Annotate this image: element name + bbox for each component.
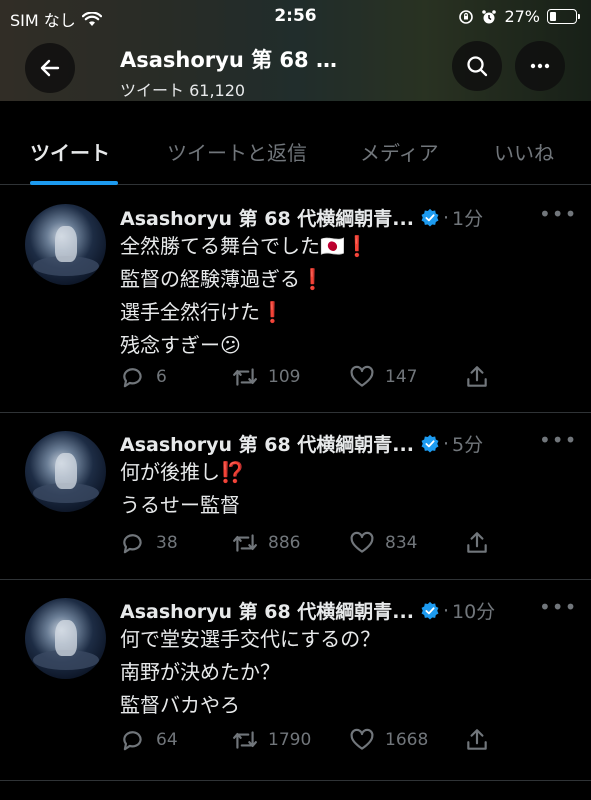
tweet-count: ツイート 61,120	[120, 81, 246, 100]
avatar[interactable]	[25, 598, 106, 679]
arrow-left-icon	[40, 59, 60, 77]
heart-icon	[350, 531, 374, 553]
reply-button[interactable]: 64	[120, 727, 178, 753]
tab-tweets-and-replies[interactable]: ツイートと返信	[167, 137, 307, 166]
more-options-button[interactable]	[515, 41, 565, 91]
tweet-time: 1分	[452, 208, 484, 230]
tweet-more-button[interactable]: •••	[539, 428, 577, 452]
retweet-button[interactable]: 109	[232, 364, 300, 390]
share-icon	[467, 729, 487, 750]
tweet-actions: 64 1790 1668	[120, 727, 500, 755]
tweet-item[interactable]: Asashoryu 第 68 代横綱朝青... · 5分 ••• 何が後推し⁉️…	[0, 414, 591, 580]
like-count: 147	[385, 367, 418, 387]
profile-title: Asashoryu 第 68 … ツイート 61,120	[120, 44, 337, 101]
reply-icon	[123, 534, 142, 554]
search-icon	[467, 56, 488, 77]
profile-tabs: ツイート ツイートと返信 メディア いいね	[0, 101, 591, 185]
tweet-item[interactable]: Asashoryu 第 68 代横綱朝青... · 1分 ••• 全然勝てる舞台…	[0, 186, 591, 413]
share-button[interactable]	[464, 364, 490, 390]
heart-icon	[350, 728, 374, 750]
verified-badge-icon	[421, 434, 439, 453]
retweet-count: 1790	[268, 730, 312, 750]
retweet-count: 886	[268, 533, 301, 553]
tab-tweets[interactable]: ツイート	[30, 137, 110, 166]
avatar[interactable]	[25, 204, 106, 285]
tweet-author[interactable]: Asashoryu 第 68 代横綱朝青...	[120, 597, 414, 624]
like-button[interactable]: 834	[349, 530, 417, 556]
avatar[interactable]	[25, 431, 106, 512]
tweet-line: 監督バカやろ	[120, 693, 240, 717]
share-button[interactable]	[464, 727, 490, 753]
share-button[interactable]	[464, 530, 490, 556]
reply-icon	[123, 368, 142, 388]
tweet-line: 選手全然行けた❗	[120, 300, 285, 324]
like-button[interactable]: 147	[349, 364, 417, 390]
tweet-line: 全然勝てる舞台でした🇯🇵❗	[120, 234, 370, 258]
heart-icon	[350, 365, 374, 387]
tweet-line: 何が後推し⁉️	[120, 460, 245, 484]
status-right: 27%	[458, 7, 580, 26]
back-button[interactable]	[25, 43, 75, 93]
tweet-header: Asashoryu 第 68 代横綱朝青... · 10分	[120, 597, 495, 624]
like-button[interactable]: 1668	[349, 727, 428, 753]
active-tab-indicator	[30, 181, 118, 185]
retweet-icon	[233, 731, 257, 749]
profile-name: Asashoryu 第 68 …	[120, 48, 337, 72]
tweet-actions: 38 886 834	[120, 530, 500, 558]
reply-button[interactable]: 6	[120, 364, 167, 390]
reply-icon	[123, 731, 142, 751]
search-button[interactable]	[452, 41, 502, 91]
like-count: 1668	[385, 730, 429, 750]
tweet-line: 監督の経験薄過ぎる❗	[120, 267, 325, 291]
reply-count: 64	[156, 730, 178, 750]
tweet-text: 何で堂安選手交代にするの？ 南野が決めたか？ 監督バカやろ	[120, 623, 380, 722]
tweet-item[interactable]: Asashoryu 第 68 代横綱朝青... · 10分 ••• 何で堂安選手…	[0, 581, 591, 781]
retweet-count: 109	[268, 367, 301, 387]
tweet-header: Asashoryu 第 68 代横綱朝青... · 5分	[120, 430, 483, 457]
reply-count: 38	[156, 533, 178, 553]
tab-likes[interactable]: いいね	[494, 137, 554, 166]
tweet-line: うるせー監督	[120, 493, 240, 517]
tweet-author[interactable]: Asashoryu 第 68 代横綱朝青...	[120, 204, 414, 231]
battery-percent: 27%	[504, 7, 540, 26]
verified-badge-icon	[421, 601, 439, 620]
share-icon	[467, 366, 487, 387]
like-count: 834	[385, 533, 418, 553]
tweet-line: 残念すぎー😕	[120, 333, 241, 357]
verified-badge-icon	[421, 208, 439, 227]
retweet-button[interactable]: 1790	[232, 727, 311, 753]
tweet-more-button[interactable]: •••	[539, 595, 577, 619]
retweet-button[interactable]: 886	[232, 530, 300, 556]
share-icon	[467, 532, 487, 553]
tweet-header: Asashoryu 第 68 代横綱朝青... · 1分	[120, 204, 483, 231]
alarm-icon	[482, 9, 497, 23]
tweet-author[interactable]: Asashoryu 第 68 代横綱朝青...	[120, 430, 414, 457]
battery-icon	[547, 9, 580, 24]
tweet-line: 南野が決めたか？	[120, 660, 280, 684]
reply-button[interactable]: 38	[120, 530, 178, 556]
tweet-time: 10分	[452, 601, 496, 623]
retweet-icon	[233, 534, 257, 552]
tweet-time: 5分	[452, 434, 484, 456]
status-bar: SIM なし 2:56 27%	[0, 4, 591, 30]
tab-media[interactable]: メディア	[360, 137, 439, 166]
tweet-text: 全然勝てる舞台でした🇯🇵❗ 監督の経験薄過ぎる❗ 選手全然行けた❗ 残念すぎー😕	[120, 230, 370, 362]
tweet-text: 何が後推し⁉️ うるせー監督	[120, 456, 245, 522]
tweet-more-button[interactable]: •••	[539, 202, 577, 226]
more-dots-icon	[530, 63, 550, 69]
tweet-actions: 6 109 147	[120, 364, 500, 392]
tweet-line: 何で堂安選手交代にするの？	[120, 627, 381, 651]
retweet-icon	[233, 368, 257, 386]
orientation-lock-icon	[459, 9, 474, 24]
reply-count: 6	[156, 367, 167, 387]
